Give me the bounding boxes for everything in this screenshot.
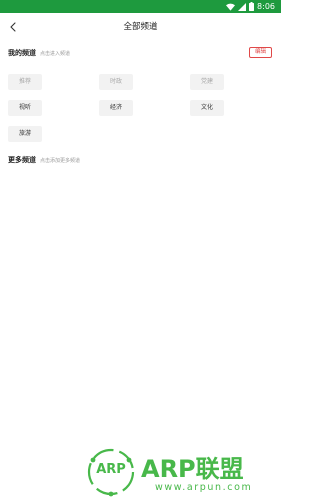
watermark-title: ARP联盟: [141, 455, 244, 483]
channel-chip-culture[interactable]: 文化: [190, 100, 224, 116]
watermark-url: www.arpun.com: [155, 482, 253, 493]
channel-chip-politics[interactable]: 时政: [99, 74, 133, 90]
channel-chip-video[interactable]: 视听: [8, 100, 42, 116]
edit-button[interactable]: 编辑: [249, 47, 272, 58]
my-channels-title: 我的频道: [8, 49, 36, 57]
watermark-badge-text: ARP: [96, 462, 126, 477]
wifi-icon: [226, 3, 236, 11]
signal-icon: [238, 2, 247, 11]
my-channels-heading: 我的频道 点击进入频道: [8, 48, 70, 59]
status-time: 8:06: [257, 2, 275, 11]
channel-chip-travel[interactable]: 旅游: [8, 126, 42, 142]
more-channels-heading: 更多频道 点击添加更多频道: [8, 155, 80, 166]
status-bar: 8:06: [0, 0, 281, 13]
watermark: ARP ARP联盟 www.arpun.com: [85, 446, 281, 500]
my-channels-hint: 点击进入频道: [40, 51, 71, 57]
page-header: 全部频道: [0, 13, 281, 41]
battery-icon: [249, 2, 255, 11]
channel-chip-economy[interactable]: 经济: [99, 100, 133, 116]
page-title: 全部频道: [123, 22, 158, 32]
more-channels-hint: 点击添加更多频道: [40, 158, 81, 164]
channel-chip-party[interactable]: 党建: [190, 74, 224, 90]
more-channels-title: 更多频道: [8, 156, 36, 164]
channel-chip-recommend[interactable]: 推荐: [8, 74, 42, 90]
status-icons: 8:06: [226, 1, 275, 12]
